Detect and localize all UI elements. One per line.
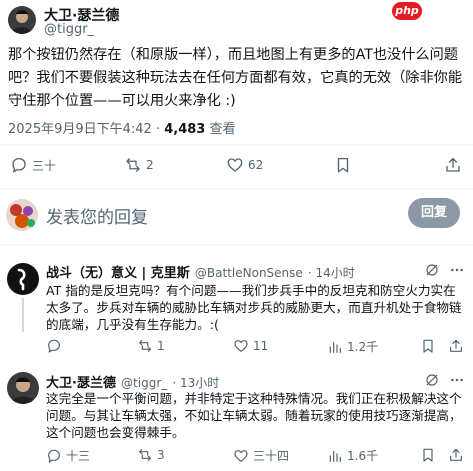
avatar[interactable]	[7, 372, 39, 404]
views-count: 4,483	[164, 122, 206, 137]
grok-action[interactable]	[424, 372, 440, 392]
reply-action[interactable]: 三十	[10, 156, 56, 174]
avatar-image	[7, 263, 39, 295]
repost-count: 2	[146, 158, 154, 172]
views-count: 1.6千	[347, 449, 379, 463]
views-count: 1.2千	[347, 340, 379, 354]
more-icon	[451, 378, 463, 382]
like-action[interactable]: 11	[233, 338, 268, 354]
grok-icon	[426, 264, 438, 276]
reply-text: 这完全是一个平衡问题，并非特定于这种特殊情况。我们正在积极解决这个问题。与其让车…	[46, 391, 462, 440]
tweet-timestamp[interactable]: 2025年9月9日下午4:42 ·	[8, 122, 164, 137]
divider	[0, 188, 473, 189]
grok-action[interactable]	[424, 262, 440, 282]
repost-action[interactable]: 3	[137, 447, 165, 463]
avatar[interactable]	[7, 263, 39, 295]
reply-count: 三十	[32, 158, 57, 173]
more-options[interactable]	[449, 372, 465, 392]
avatar-image	[6, 199, 38, 231]
bookmark-action[interactable]	[334, 156, 352, 174]
tweet-meta: 2025年9月9日下午4:42 · 4,483 查看	[8, 118, 235, 137]
reply-icon	[48, 449, 60, 463]
more-options[interactable]	[449, 262, 465, 282]
reply-icon	[12, 157, 26, 173]
thread-line	[22, 298, 24, 332]
reply-action[interactable]	[46, 338, 66, 354]
bookmark-action[interactable]	[420, 338, 436, 354]
avatar[interactable]	[8, 6, 36, 34]
share-action[interactable]	[448, 338, 464, 354]
heart-icon	[227, 158, 243, 172]
share-icon	[450, 448, 462, 461]
reply-icon	[48, 339, 60, 353]
reply-author-handle[interactable]: @tiggr_	[121, 376, 167, 390]
like-action[interactable]: 三十四	[233, 447, 289, 464]
bookmark-action[interactable]	[420, 447, 436, 463]
like-count: 62	[248, 158, 264, 172]
reply-author-name[interactable]: 战斗（无）意义 | 克里斯	[46, 266, 190, 281]
avatar-image	[8, 6, 36, 34]
reply-author-name[interactable]: 大卫·瑟兰德	[46, 376, 116, 391]
repost-count: 1	[157, 339, 165, 353]
share-action[interactable]	[444, 156, 462, 174]
views-icon	[329, 450, 341, 462]
bookmark-icon	[337, 157, 349, 173]
grok-icon	[426, 374, 438, 386]
views-label: 查看	[205, 122, 236, 137]
bookmark-icon	[423, 448, 433, 462]
views-action[interactable]: 1.6千	[327, 447, 378, 464]
current-user-avatar[interactable]	[6, 199, 38, 231]
reply-author-handle[interactable]: @BattleNonSense	[195, 266, 303, 280]
heart-icon	[234, 340, 248, 352]
share-action[interactable]	[448, 447, 464, 463]
reply-time[interactable]: · 14小时	[308, 266, 355, 280]
repost-action[interactable]: 2	[124, 156, 154, 174]
share-icon	[450, 339, 462, 352]
avatar-image	[7, 372, 39, 404]
heart-icon	[234, 449, 248, 462]
like-action[interactable]: 62	[226, 156, 263, 174]
repost-count: 3	[157, 448, 165, 462]
author-handle[interactable]: @tiggr_	[44, 22, 94, 37]
divider	[0, 144, 473, 145]
reply-button[interactable]: 回复	[408, 198, 460, 228]
php-watermark: php	[392, 2, 422, 20]
divider	[0, 244, 473, 245]
repost-icon	[126, 158, 140, 172]
repost-icon	[139, 340, 151, 352]
reply-count: 十三	[66, 449, 91, 463]
more-icon	[451, 268, 463, 272]
share-icon	[446, 157, 460, 172]
reply-header: 战斗（无）意义 | 克里斯 @BattleNonSense · 14小时	[46, 262, 355, 281]
reply-input[interactable]: 发表您的回复	[46, 203, 148, 228]
views-icon	[329, 341, 341, 353]
reply-header: 大卫·瑟兰德 @tiggr_ · 13小时	[46, 372, 219, 391]
like-count: 11	[253, 339, 269, 353]
bookmark-icon	[423, 339, 433, 353]
repost-action[interactable]: 1	[137, 338, 165, 354]
repost-icon	[139, 449, 151, 461]
tweet-text: 那个按钮仍然存在（和原版一样），而且地图上有更多的AT也没什么问题吧？我们不要假…	[8, 47, 463, 109]
reply-text: AT 指的是反坦克吗？有个问题——我们步兵手中的反坦克和防空火力实在太多了。步兵…	[46, 283, 462, 332]
reply-action[interactable]: 十三	[46, 447, 90, 464]
views-action[interactable]: 1.2千	[327, 338, 378, 355]
like-count: 三十四	[253, 449, 290, 463]
reply-time[interactable]: · 13小时	[172, 376, 219, 390]
